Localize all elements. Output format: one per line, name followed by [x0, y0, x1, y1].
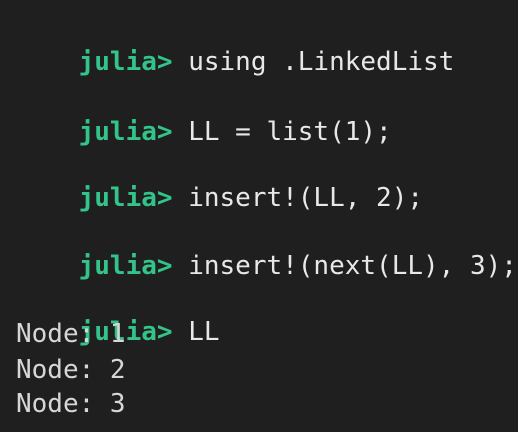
repl-output-line: Node: 1	[16, 319, 126, 349]
repl-output-line: Node: 3	[16, 389, 126, 419]
julia-prompt: julia>	[78, 251, 173, 281]
repl-output-line: Node: 2	[16, 355, 126, 385]
terminal-window[interactable]: julia> using .LinkedList julia> LL = lis…	[0, 0, 518, 432]
repl-line-4: julia> insert!(next(LL), 3);	[16, 218, 517, 281]
julia-prompt: julia>	[78, 117, 173, 147]
repl-command: LL = list(1);	[188, 117, 392, 147]
repl-command: insert!(next(LL), 3);	[188, 251, 517, 281]
repl-line-3: julia> insert!(LL, 2);	[16, 150, 423, 213]
repl-command: insert!(LL, 2);	[188, 183, 424, 213]
repl-line-2: julia> LL = list(1);	[16, 84, 392, 147]
repl-line-5: julia> LL	[16, 284, 220, 347]
repl-line-1: julia> using .LinkedList	[16, 14, 455, 77]
repl-command: using .LinkedList	[188, 47, 455, 77]
julia-prompt: julia>	[78, 47, 173, 77]
julia-prompt: julia>	[78, 183, 173, 213]
repl-command: LL	[188, 317, 220, 347]
